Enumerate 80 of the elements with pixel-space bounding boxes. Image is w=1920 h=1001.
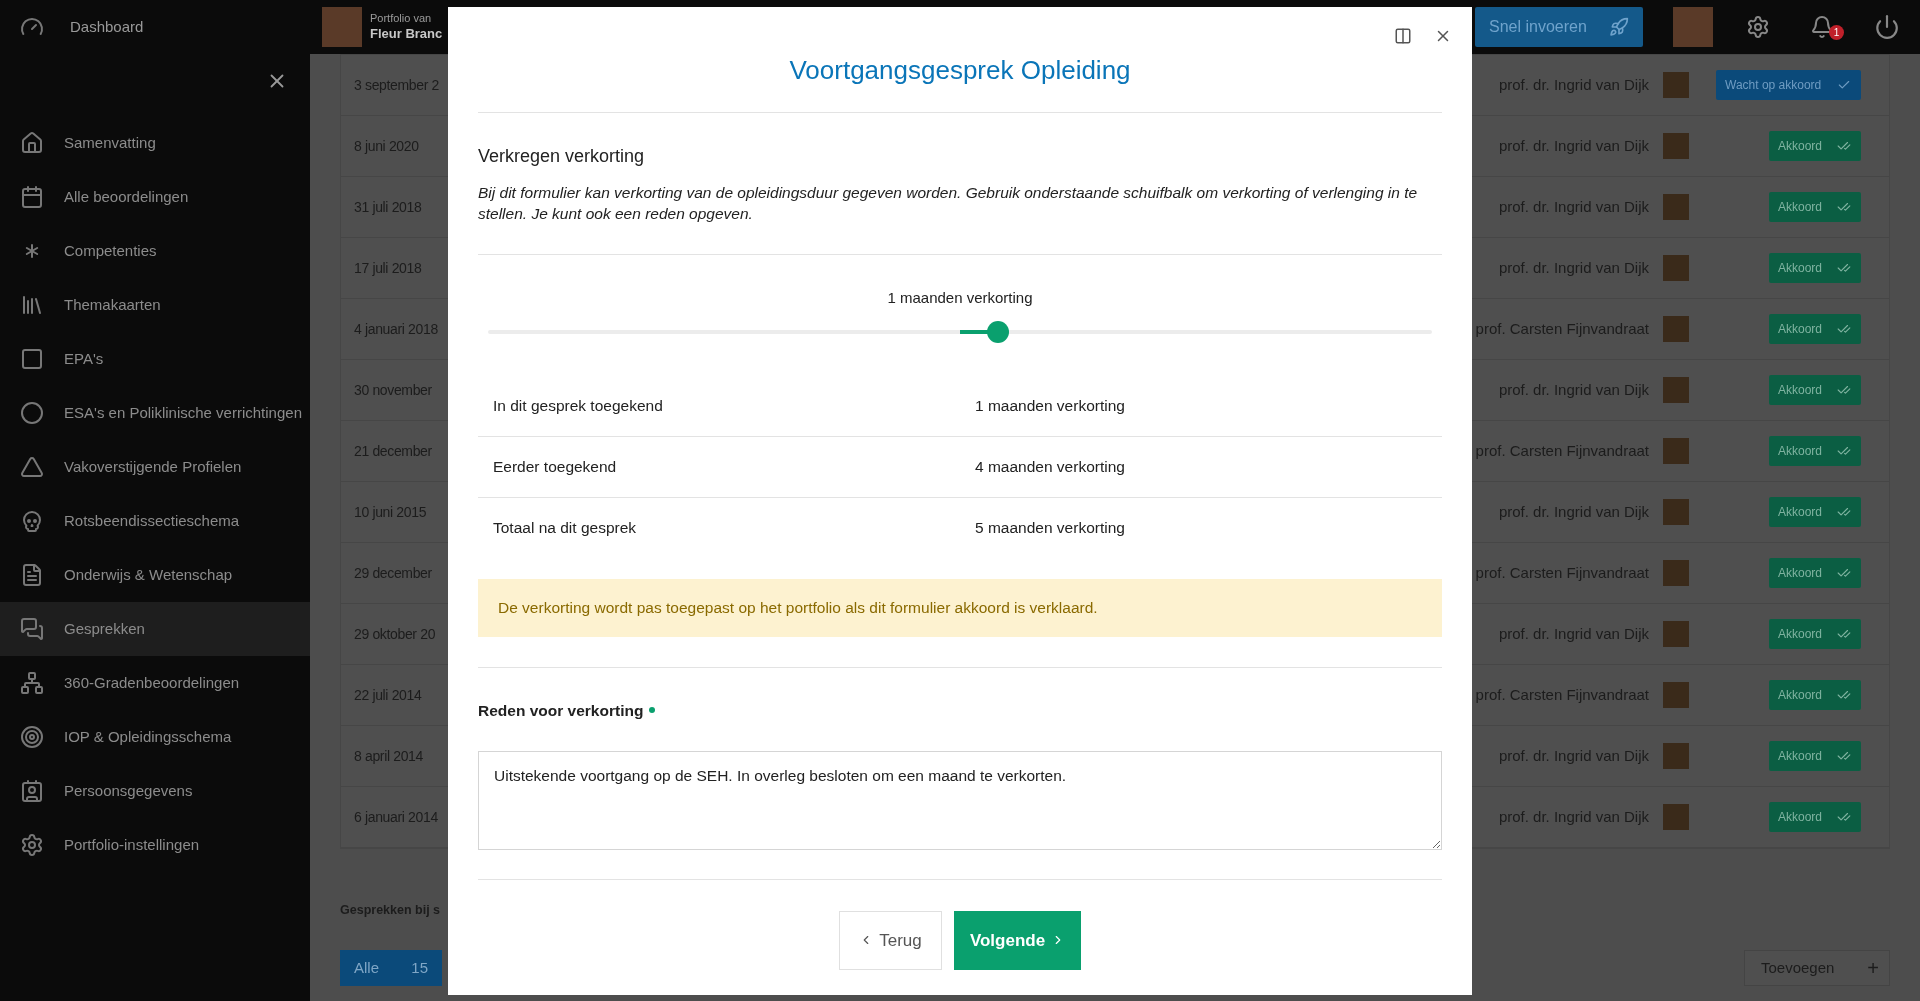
status-button[interactable]: Akkoord: [1769, 314, 1861, 344]
status-button[interactable]: Akkoord: [1769, 558, 1861, 588]
chat-icon: [20, 617, 44, 641]
double-check-icon: [1837, 627, 1851, 641]
description-text: Bij dit formulier kan verkorting van de opleidingsduur gegeven worden. Gebruik onderstaande schuifbalk om verkorting of verlenging in te stellen. Je kunt ook een reden opgeven.: [478, 182, 1442, 255]
status-button[interactable]: Akkoord: [1769, 131, 1861, 161]
next-button[interactable]: Volgende: [954, 910, 1081, 970]
avatar-photo: [1663, 255, 1689, 281]
status-button[interactable]: Akkoord: [1769, 192, 1861, 222]
double-check-icon: [1837, 261, 1851, 275]
settings-icon[interactable]: [1746, 15, 1770, 39]
avatar-photo: [1663, 133, 1689, 159]
double-check-icon: [1837, 810, 1851, 824]
document-icon: [20, 563, 44, 587]
power-icon[interactable]: [1874, 14, 1900, 40]
back-button[interactable]: Terug: [839, 910, 942, 970]
summary-label: Eerder toegekend: [493, 456, 618, 477]
rocket-icon: [1609, 17, 1629, 37]
avatar-photo: [1663, 499, 1689, 525]
modal-title: Voortgangsgesprek Opleiding: [478, 51, 1442, 113]
avatar-photo: [1663, 682, 1689, 708]
avatar-photo: [1663, 316, 1689, 342]
notification-badge: 1: [1829, 25, 1844, 40]
slider-label: 1 maanden verkorting: [887, 288, 1033, 308]
calendar-icon: [20, 185, 44, 209]
avatar-photo: [1663, 621, 1689, 647]
dashboard-link[interactable]: Dashboard: [70, 15, 144, 39]
split-view-icon[interactable]: [1394, 27, 1412, 45]
reason-label: Reden voor verkorting: [478, 700, 644, 721]
avatar-photo: [1663, 438, 1689, 464]
portfolio-name: Fleur Branc: [370, 25, 443, 42]
circle-icon: [20, 401, 44, 425]
status-button[interactable]: Akkoord: [1769, 802, 1861, 832]
home-icon: [20, 131, 44, 155]
triangle-icon: [20, 455, 44, 479]
check-icon: [1837, 78, 1851, 92]
status-button[interactable]: Akkoord: [1769, 619, 1861, 649]
slider-thumb[interactable]: [986, 320, 1009, 343]
network-icon: [20, 671, 44, 695]
double-check-icon: [1837, 383, 1851, 397]
reason-input[interactable]: Uitstekende voortgang op de SEH. In overleg besloten om een maand te verkorten.: [478, 750, 1442, 850]
avatar-photo: [322, 7, 362, 47]
skull-icon: [20, 509, 44, 533]
double-check-icon: [1837, 749, 1851, 763]
double-check-icon: [1837, 139, 1851, 153]
status-button[interactable]: Akkoord: [1769, 375, 1861, 405]
double-check-icon: [1837, 688, 1851, 702]
target-icon: [20, 725, 44, 749]
avatar-photo: [1663, 743, 1689, 769]
quick-entry-button[interactable]: Snel invoeren: [1475, 7, 1643, 47]
avatar-photo: [1663, 194, 1689, 220]
double-check-icon: [1837, 322, 1851, 336]
notice-banner: De verkorting wordt pas toegepast op het portfolio als dit formulier akkoord is verklaard.: [478, 578, 1442, 637]
avatar-photo: [1663, 377, 1689, 403]
avatar-photo: [1663, 560, 1689, 586]
double-check-icon: [1837, 200, 1851, 214]
portfolio-label: Portfolio van: [370, 12, 433, 26]
double-check-icon: [1837, 505, 1851, 519]
summary-value: 5 maanden verkorting: [975, 518, 1125, 539]
id-card-icon: [20, 779, 44, 803]
square-icon: [20, 347, 44, 371]
status-button[interactable]: Akkoord: [1769, 436, 1861, 466]
status-button[interactable]: Akkoord: [1769, 741, 1861, 771]
filter-tab[interactable]: Alle 15: [340, 949, 442, 986]
avatar-photo: [1663, 804, 1689, 830]
status-button[interactable]: Akkoord: [1769, 680, 1861, 710]
status-button[interactable]: Wacht op akkoord: [1716, 70, 1861, 100]
summary-label: In dit gesprek toegekend: [493, 395, 664, 416]
summary-value: 4 maanden verkorting: [975, 456, 1125, 477]
settings-icon: [20, 833, 44, 857]
summary-value: 1 maanden verkorting: [975, 395, 1125, 416]
books-icon: [20, 293, 44, 317]
double-check-icon: [1837, 566, 1851, 580]
status-button[interactable]: Akkoord: [1769, 253, 1861, 283]
avatar-photo: [1663, 72, 1689, 98]
double-check-icon: [1837, 444, 1851, 458]
summary-label: Totaal na dit gesprek: [493, 518, 638, 539]
sidebar-item[interactable]: Gesprekken: [0, 602, 310, 656]
section-title: Verkregen verkorting: [478, 145, 646, 168]
status-button[interactable]: Akkoord: [1769, 497, 1861, 527]
